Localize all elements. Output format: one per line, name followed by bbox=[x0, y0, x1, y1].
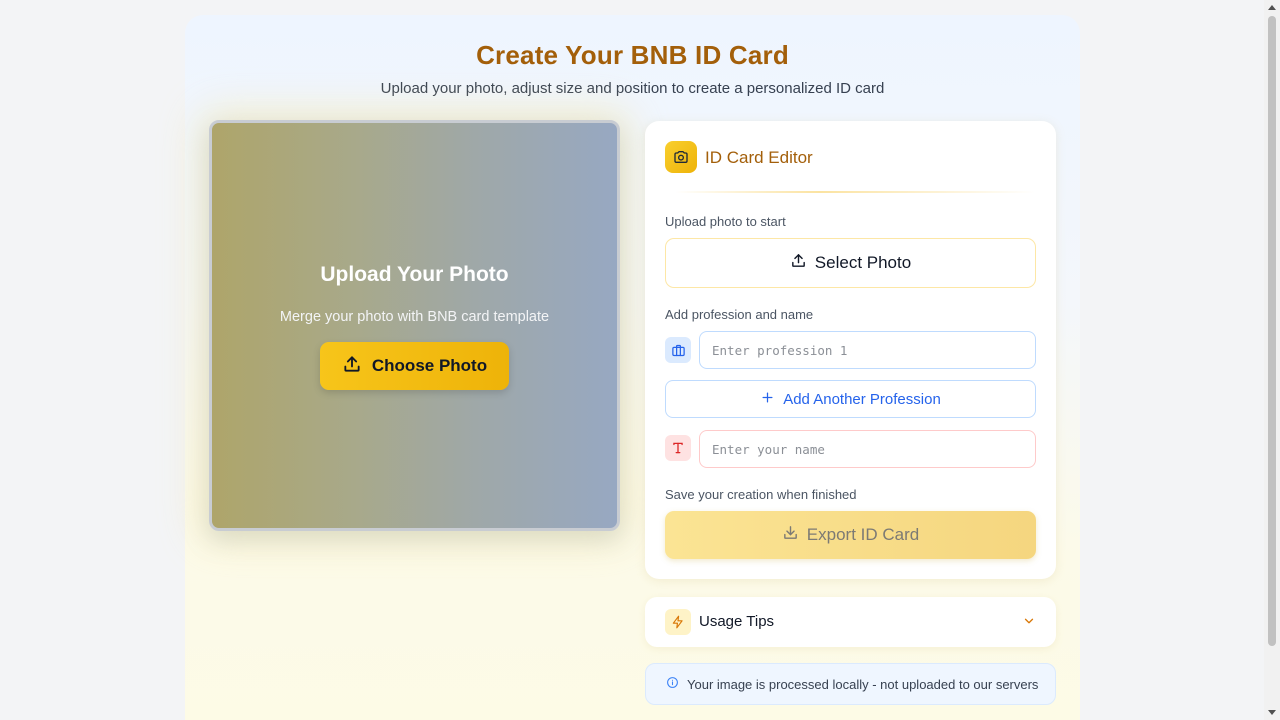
download-icon bbox=[782, 524, 799, 546]
upload-icon bbox=[790, 252, 807, 274]
profession-input[interactable] bbox=[699, 331, 1036, 369]
lightning-icon bbox=[665, 609, 691, 635]
choose-photo-button[interactable]: Choose Photo bbox=[320, 342, 509, 390]
export-id-card-button[interactable]: Export ID Card bbox=[665, 511, 1036, 559]
id-card-editor-panel: ID Card Editor Upload photo to start Sel… bbox=[645, 121, 1056, 579]
preview-title: Upload Your Photo bbox=[320, 263, 509, 286]
editor-title: ID Card Editor bbox=[705, 148, 813, 167]
preview-subtitle: Merge your photo with BNB card template bbox=[279, 309, 550, 325]
export-label: Export ID Card bbox=[806, 525, 920, 544]
privacy-notice: Your image is processed locally - not up… bbox=[645, 663, 1056, 705]
page-scrollbar[interactable] bbox=[1264, 0, 1280, 720]
usage-tips-toggle[interactable]: Usage Tips bbox=[645, 597, 1056, 647]
editor-divider bbox=[675, 191, 1035, 193]
usage-tips-label: Usage Tips bbox=[699, 613, 775, 630]
select-photo-button[interactable]: Select Photo bbox=[665, 238, 1036, 288]
profession-label: Add profession and name bbox=[665, 307, 814, 322]
choose-photo-label: Choose Photo bbox=[371, 356, 488, 375]
text-type-icon bbox=[665, 435, 691, 461]
plus-icon bbox=[760, 390, 775, 409]
privacy-notice-text: Your image is processed locally - not up… bbox=[687, 676, 1039, 692]
scroll-thumb[interactable] bbox=[1268, 16, 1276, 646]
info-icon bbox=[666, 676, 679, 692]
photo-preview-area[interactable]: Upload Your Photo Merge your photo with … bbox=[209, 120, 620, 531]
page-subtitle: Upload your photo, adjust size and posit… bbox=[380, 80, 885, 97]
scroll-down-arrow-icon[interactable] bbox=[1268, 710, 1276, 715]
add-profession-label: Add Another Profession bbox=[783, 390, 941, 408]
upload-label: Upload photo to start bbox=[665, 214, 786, 229]
camera-icon bbox=[665, 141, 697, 173]
scroll-up-arrow-icon[interactable] bbox=[1268, 5, 1276, 10]
add-profession-button[interactable]: Add Another Profession bbox=[665, 380, 1036, 418]
briefcase-icon bbox=[665, 337, 691, 363]
chevron-down-icon bbox=[1022, 614, 1036, 633]
upload-icon bbox=[342, 354, 362, 379]
select-photo-label: Select Photo bbox=[814, 253, 912, 272]
page-title: Create Your BNB ID Card bbox=[476, 40, 789, 70]
name-input[interactable] bbox=[699, 430, 1036, 468]
save-label: Save your creation when finished bbox=[665, 487, 857, 502]
